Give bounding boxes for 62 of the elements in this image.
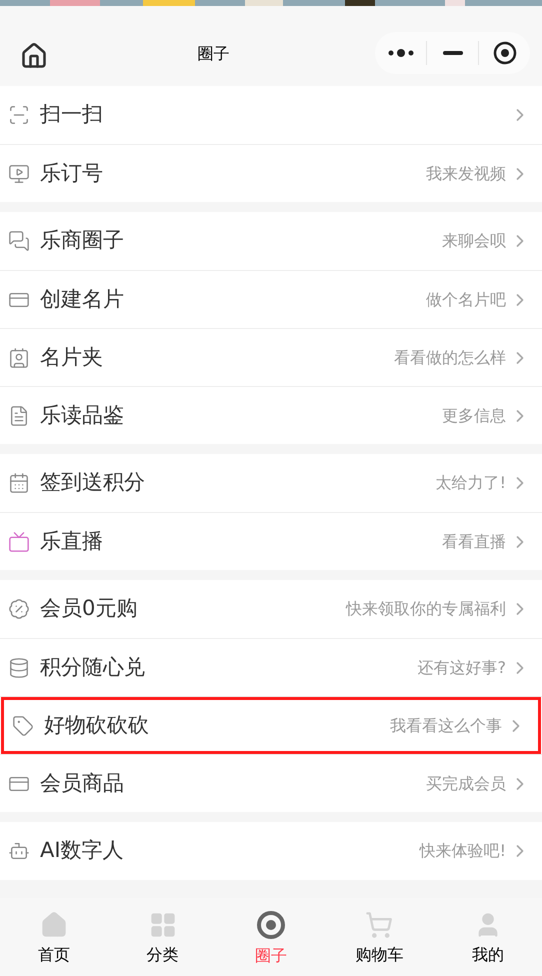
home-icon — [40, 911, 68, 939]
document-icon — [8, 404, 30, 426]
menu-label: 创建名片 — [40, 286, 124, 313]
menu-row[interactable]: 乐读品鉴 更多信息 — [0, 387, 542, 444]
menu-row[interactable]: 名片夹 看看做的怎么样 — [0, 329, 542, 386]
menu-row[interactable]: 好物砍砍砍 我看看这么个事 — [1, 697, 541, 754]
menu-label: 名片夹 — [40, 344, 103, 371]
chat-icon — [8, 230, 30, 252]
menu-label: 乐读品鉴 — [40, 402, 124, 429]
scan-icon — [8, 104, 30, 126]
coin-stack-icon — [8, 656, 30, 678]
menu-hint: 我看看这么个事 — [390, 714, 502, 736]
robot-icon — [8, 840, 30, 862]
menu-hint: 做个名片吧 — [426, 288, 506, 310]
close-icon — [492, 41, 516, 65]
home-icon — [20, 42, 48, 70]
menu-label: AI数字人 — [40, 837, 124, 864]
menu-label: 签到送积分 — [40, 469, 145, 496]
more-icon — [386, 48, 414, 58]
menu-row[interactable]: 乐订号 我来发视频 — [0, 145, 542, 202]
cart-icon — [365, 911, 394, 939]
menu-row[interactable]: 积分随心兑 还有这好事? — [0, 639, 542, 696]
menu-hint: 我来发视频 — [426, 162, 506, 184]
menu-hint: 看看做的怎么样 — [394, 346, 506, 368]
menu-row[interactable]: 乐直播 看看直播 — [0, 513, 542, 570]
tab-item[interactable]: 购物车 — [325, 898, 434, 976]
menu-label: 乐商圈子 — [40, 227, 124, 254]
menu-hint: 买完成会员 — [426, 772, 506, 794]
menu-label: 好物砍砍砍 — [44, 712, 149, 739]
calendar-icon — [8, 472, 30, 494]
minimize-icon — [442, 51, 462, 55]
menu-hint: 快来领取你的专属福利 — [346, 598, 506, 620]
menu-label: 积分随心兑 — [40, 654, 145, 681]
coupon-icon — [8, 598, 30, 620]
tab-item[interactable]: 分类 — [108, 898, 217, 976]
id-card-icon — [8, 346, 30, 368]
menu-label: 乐订号 — [40, 160, 103, 187]
grid-icon — [148, 911, 177, 939]
menu-hint: 来聊会呗 — [442, 230, 506, 252]
menu-row[interactable]: 乐商圈子 来聊会呗 — [0, 212, 542, 270]
menu-label: 乐直播 — [40, 528, 103, 555]
video-icon — [8, 162, 30, 184]
menu-row[interactable]: AI数字人 快来体验吧! — [0, 822, 542, 880]
target-icon — [256, 910, 286, 940]
tag-icon — [12, 714, 34, 736]
menu-row[interactable]: 签到送积分 太给力了! — [0, 454, 542, 512]
menu-hint: 看看直播 — [442, 530, 506, 552]
menu-hint: 还有这好事? — [418, 656, 506, 678]
page-title: 圈子 — [198, 43, 230, 65]
menu-hint: 更多信息 — [442, 404, 506, 426]
menu-label: 会员商品 — [40, 770, 124, 797]
tab-item[interactable]: 我的 — [434, 898, 542, 976]
menu-hint: 太给力了! — [436, 472, 506, 494]
menu-label: 会员0元购 — [40, 595, 138, 622]
menu-row[interactable]: 扫一扫 — [0, 86, 542, 144]
menu-label: 扫一扫 — [40, 101, 103, 128]
menu-row[interactable]: 会员0元购 快来领取你的专属福利 — [0, 580, 542, 638]
menu-hint: 快来体验吧! — [420, 840, 506, 862]
tv-icon — [8, 530, 30, 552]
menu-row[interactable]: 会员商品 买完成会员 — [0, 755, 542, 812]
tab-item[interactable]: 首页 — [0, 898, 108, 976]
menu-row[interactable]: 创建名片 做个名片吧 — [0, 271, 542, 328]
